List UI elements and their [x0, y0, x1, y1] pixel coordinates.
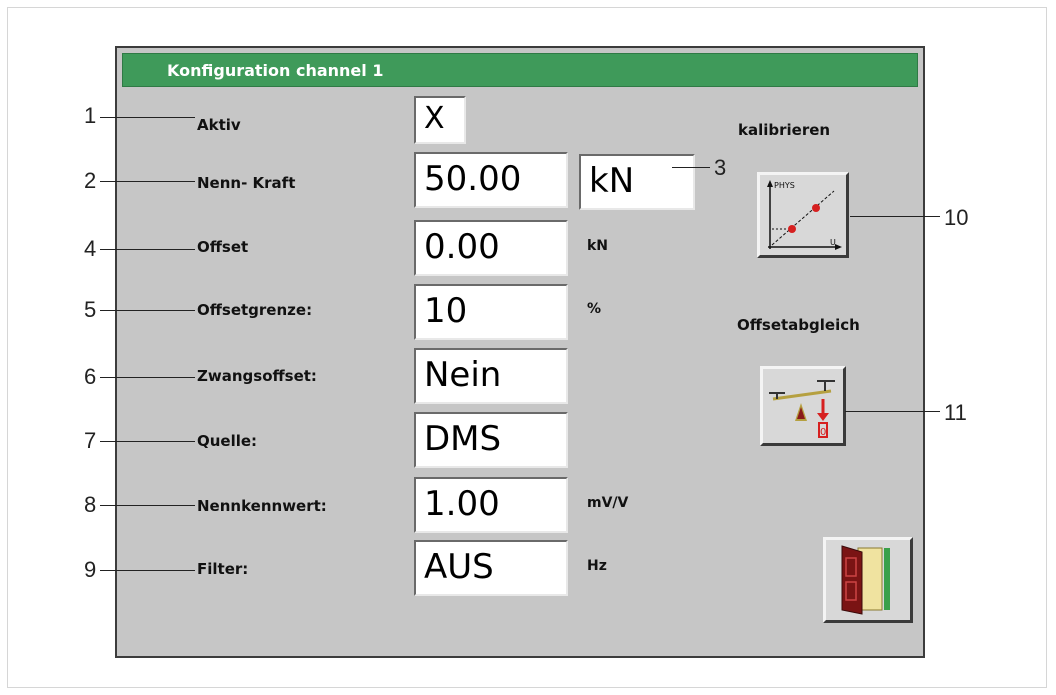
aktiv-field[interactable]: X: [414, 96, 466, 144]
calibrate-button[interactable]: PHYS U: [757, 172, 849, 258]
callout-5: 5: [84, 297, 97, 322]
calibrate-label: kalibrieren: [738, 121, 831, 139]
callout-2-line: [100, 181, 195, 182]
label-nenn-kraft: Nenn- Kraft: [197, 174, 296, 192]
title-bar: Konfiguration channel 1: [122, 53, 918, 87]
label-filter: Filter:: [197, 560, 249, 578]
label-offsetgrenze: Offsetgrenze:: [197, 301, 313, 319]
callout-9-line: [100, 570, 195, 571]
callout-6-line: [100, 377, 195, 378]
callout-4-line: [100, 249, 195, 250]
offset-zero-digit: 0: [820, 427, 826, 438]
zwangsoffset-field[interactable]: Nein: [414, 348, 568, 404]
offset-field[interactable]: 0.00: [414, 220, 568, 276]
callout-7-line: [100, 441, 195, 442]
nennkennwert-unit: mV/V: [587, 495, 629, 511]
offset-adjust-label: Offsetabgleich: [737, 316, 860, 334]
label-offset: Offset: [197, 238, 249, 256]
label-aktiv: Aktiv: [197, 116, 241, 134]
callout-1-line: [100, 117, 195, 118]
config-window: Konfiguration channel 1 Aktiv Nenn- Kraf…: [115, 46, 925, 658]
callout-5-line: [100, 310, 195, 311]
offsetgrenze-unit: %: [587, 301, 602, 317]
callout-2: 2: [84, 168, 97, 193]
chart-axis-y-label: PHYS: [774, 181, 795, 190]
exit-button[interactable]: [823, 537, 913, 623]
callout-11: 11: [944, 400, 967, 425]
callout-7: 7: [84, 428, 97, 453]
callout-1: 1: [84, 103, 97, 128]
filter-field[interactable]: AUS: [414, 540, 568, 596]
exit-door-icon: [841, 545, 890, 615]
label-nennkennwert: Nennkennwert:: [197, 497, 327, 515]
callout-11-line: [845, 411, 940, 412]
unit-select-field[interactable]: kN: [579, 154, 695, 210]
callout-4: 4: [84, 236, 97, 261]
label-quelle: Quelle:: [197, 432, 258, 450]
quelle-field[interactable]: DMS: [414, 412, 568, 468]
callout-3-line: [672, 167, 710, 168]
callout-3: 3: [714, 155, 727, 180]
balance-scale-icon: 0: [769, 380, 835, 438]
callout-6: 6: [84, 364, 97, 389]
callout-10-line: [850, 216, 940, 217]
offset-adjust-button[interactable]: 0: [760, 366, 846, 446]
label-zwangsoffset: Zwangsoffset:: [197, 367, 317, 385]
nennkennwert-field[interactable]: 1.00: [414, 477, 568, 533]
callout-8-line: [100, 505, 195, 506]
callout-9: 9: [84, 557, 97, 582]
nenn-kraft-field[interactable]: 50.00: [414, 152, 568, 208]
callout-8: 8: [84, 492, 97, 517]
window-title: Konfiguration channel 1: [167, 61, 384, 80]
chart-axis-x-label: U: [830, 238, 836, 247]
filter-unit: Hz: [587, 558, 607, 574]
calibration-chart-icon: PHYS U: [767, 180, 842, 250]
callout-10: 10: [944, 205, 969, 230]
offset-unit: kN: [587, 238, 609, 254]
offsetgrenze-field[interactable]: 10: [414, 284, 568, 340]
